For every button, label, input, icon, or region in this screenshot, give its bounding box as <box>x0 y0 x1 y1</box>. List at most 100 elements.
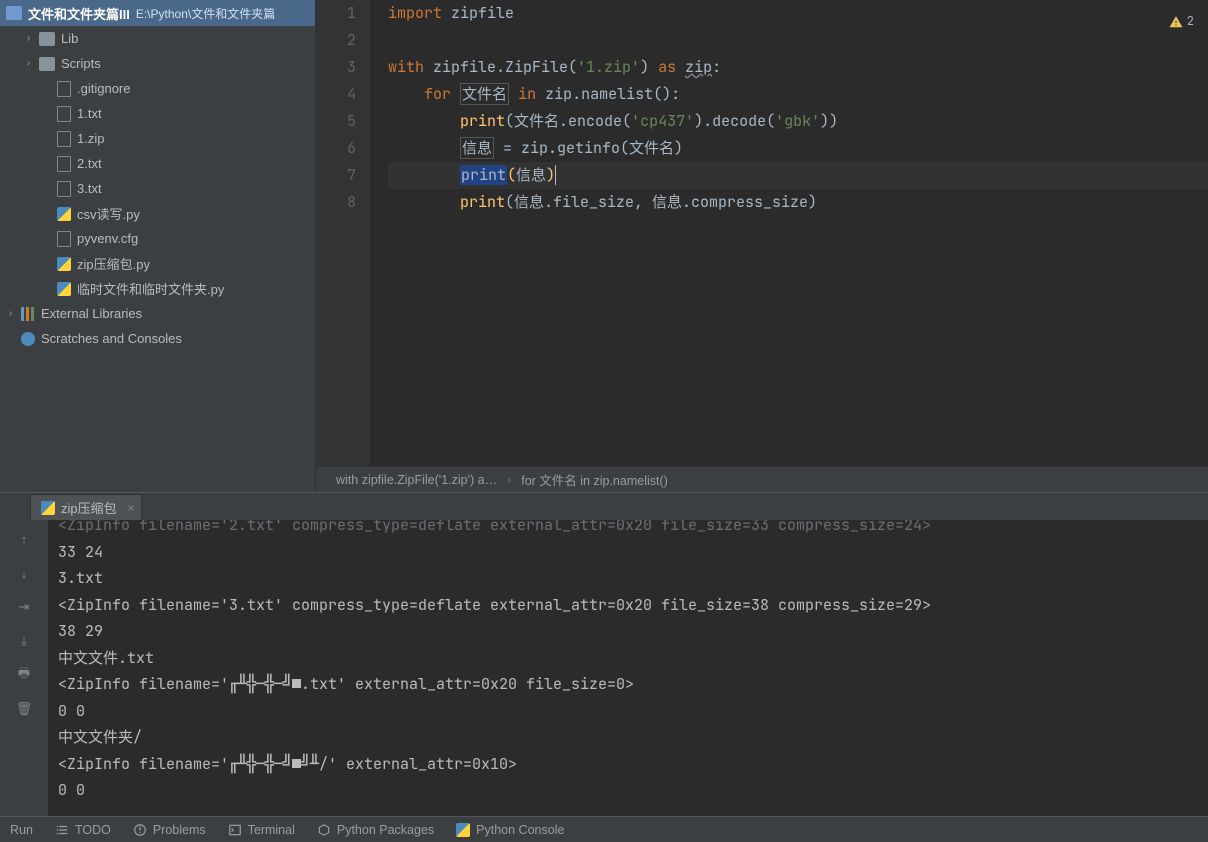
run-tab-bar: zip压缩包 × <box>0 492 1208 520</box>
tool-run[interactable]: Run <box>10 823 33 837</box>
code-text: 文件名 <box>460 83 509 105</box>
gutter[interactable]: 12345678 <box>316 0 370 466</box>
tool-terminal[interactable]: Terminal <box>228 823 295 837</box>
tree-item-label: External Libraries <box>41 306 142 321</box>
tree-item[interactable]: 3.txt <box>0 176 315 201</box>
close-icon[interactable]: × <box>128 501 135 515</box>
project-path: E:\Python\文件和文件夹篇 <box>136 5 275 22</box>
code-text: 信息 <box>516 165 546 185</box>
console-line: 0 0 <box>58 777 1198 804</box>
label: Python Console <box>476 823 564 837</box>
keyword: for <box>424 84 451 104</box>
terminal-icon <box>228 823 242 837</box>
tree-item-label: pyvenv.cfg <box>77 231 138 246</box>
code-text: = <box>494 138 521 158</box>
console-line: 38 29 <box>58 618 1198 645</box>
folder-icon <box>39 57 55 71</box>
file-icon <box>57 131 71 147</box>
string: '1.zip' <box>577 57 640 77</box>
tree-item[interactable]: ›Lib <box>0 26 315 51</box>
tool-problems[interactable]: Problems <box>133 823 206 837</box>
code-editor[interactable]: 2 import zipfile with zipfile.ZipFile('1… <box>370 0 1208 466</box>
file-icon <box>57 156 71 172</box>
tree-item[interactable]: ›Scripts <box>0 51 315 76</box>
tree-item-label: 1.zip <box>77 131 104 146</box>
console-line: <ZipInfo filename='╓╨╬─╬─╝■.txt' externa… <box>58 671 1198 698</box>
tree-item-label: Scratches and Consoles <box>41 331 182 346</box>
file-icon <box>57 106 71 122</box>
tree-item[interactable]: 1.zip <box>0 126 315 151</box>
python-icon <box>57 257 71 271</box>
string: 'cp437' <box>631 111 694 131</box>
project-tool-window[interactable]: 文件和文件夹篇III E:\Python\文件和文件夹篇 ›Lib›Script… <box>0 0 316 492</box>
console-line: 中文文件夹/ <box>58 724 1198 751</box>
python-icon <box>57 282 71 296</box>
console-line: <ZipInfo filename='2.txt' compress_type=… <box>58 520 1198 539</box>
line-number[interactable]: 4 <box>316 81 356 108</box>
project-header[interactable]: 文件和文件夹篇III E:\Python\文件和文件夹篇 <box>0 0 315 26</box>
tool-python-console[interactable]: Python Console <box>456 823 564 837</box>
tree-item[interactable]: › External Libraries <box>0 301 315 326</box>
label: Terminal <box>248 823 295 837</box>
inspection-badge[interactable]: 2 <box>1169 8 1194 35</box>
python-icon <box>57 207 71 221</box>
console-output[interactable]: <ZipInfo filename='2.txt' compress_type=… <box>48 520 1208 816</box>
code-text: zipfile.ZipFile( <box>433 57 577 77</box>
line-number[interactable]: 8 <box>316 189 356 216</box>
line-number[interactable]: 6 <box>316 135 356 162</box>
breadcrumb-seg[interactable]: for 文件名 in zip.namelist() <box>521 470 668 489</box>
alert-icon <box>133 823 147 837</box>
line-number[interactable]: 7 <box>316 162 356 189</box>
breadcrumb-seg[interactable]: with zipfile.ZipFile('1.zip') a… <box>336 473 497 487</box>
tree-item[interactable]: pyvenv.cfg <box>0 226 315 251</box>
tool-todo[interactable]: TODO <box>55 823 111 837</box>
tree-item[interactable]: 临时文件和临时文件夹.py <box>0 276 315 301</box>
line-number[interactable]: 5 <box>316 108 356 135</box>
tree-item-label: zip压缩包.py <box>77 254 150 273</box>
file-icon <box>57 81 71 97</box>
code-text: zip.getinfo(文件名) <box>521 138 683 158</box>
console-line: 中文文件.txt <box>58 645 1198 672</box>
run-tool-window: ↑ ↓ ⇥ ⤓ 🖶 🗑 <ZipInfo filename='2.txt' co… <box>0 520 1208 816</box>
tree-item[interactable]: 2.txt <box>0 151 315 176</box>
breadcrumb[interactable]: with zipfile.ZipFile('1.zip') a… › for 文… <box>316 466 1208 492</box>
code-text: 信息 <box>460 137 494 159</box>
line-number[interactable]: 3 <box>316 54 356 81</box>
tree-item[interactable]: Scratches and Consoles <box>0 326 315 351</box>
code-text: ) <box>546 165 556 185</box>
code-text: zip <box>685 57 712 77</box>
console-line: 33 24 <box>58 539 1198 566</box>
code-text: )) <box>820 111 838 131</box>
run-toolbar: ↑ ↓ ⇥ ⤓ 🖶 🗑 <box>0 520 48 816</box>
tree-item[interactable]: .gitignore <box>0 76 315 101</box>
library-icon <box>21 307 35 321</box>
line-number[interactable]: 2 <box>316 27 356 54</box>
tree-item[interactable]: 1.txt <box>0 101 315 126</box>
soft-wrap-icon[interactable]: ⇥ <box>15 598 33 616</box>
file-icon <box>57 181 71 197</box>
code-text: zip.namelist(): <box>545 84 680 104</box>
rerun-up-icon[interactable]: ↑ <box>15 530 33 548</box>
status-bar: Run TODO Problems Terminal Python Packag… <box>0 816 1208 842</box>
tree-item-label: 2.txt <box>77 156 102 171</box>
run-tab-label: zip压缩包 <box>61 498 117 517</box>
tool-python-packages[interactable]: Python Packages <box>317 823 434 837</box>
label: Problems <box>153 823 206 837</box>
file-icon <box>57 231 71 247</box>
label: Python Packages <box>337 823 434 837</box>
python-icon <box>456 823 470 837</box>
chevron-right-icon: › <box>6 308 15 319</box>
warning-icon <box>1169 15 1183 29</box>
tree-item[interactable]: zip压缩包.py <box>0 251 315 276</box>
scroll-to-end-icon[interactable]: ⤓ <box>15 632 33 650</box>
code-text: ).decode( <box>694 111 775 131</box>
print-icon[interactable]: 🖶 <box>15 666 33 684</box>
tree-item[interactable]: csv读写.py <box>0 201 315 226</box>
line-number[interactable]: 1 <box>316 0 356 27</box>
trash-icon[interactable]: 🗑 <box>15 700 33 718</box>
scratch-icon <box>21 332 35 346</box>
keyword: with <box>388 57 424 77</box>
rerun-down-icon[interactable]: ↓ <box>15 564 33 582</box>
tree-item-label: .gitignore <box>77 81 130 96</box>
run-tab[interactable]: zip压缩包 × <box>30 494 142 520</box>
